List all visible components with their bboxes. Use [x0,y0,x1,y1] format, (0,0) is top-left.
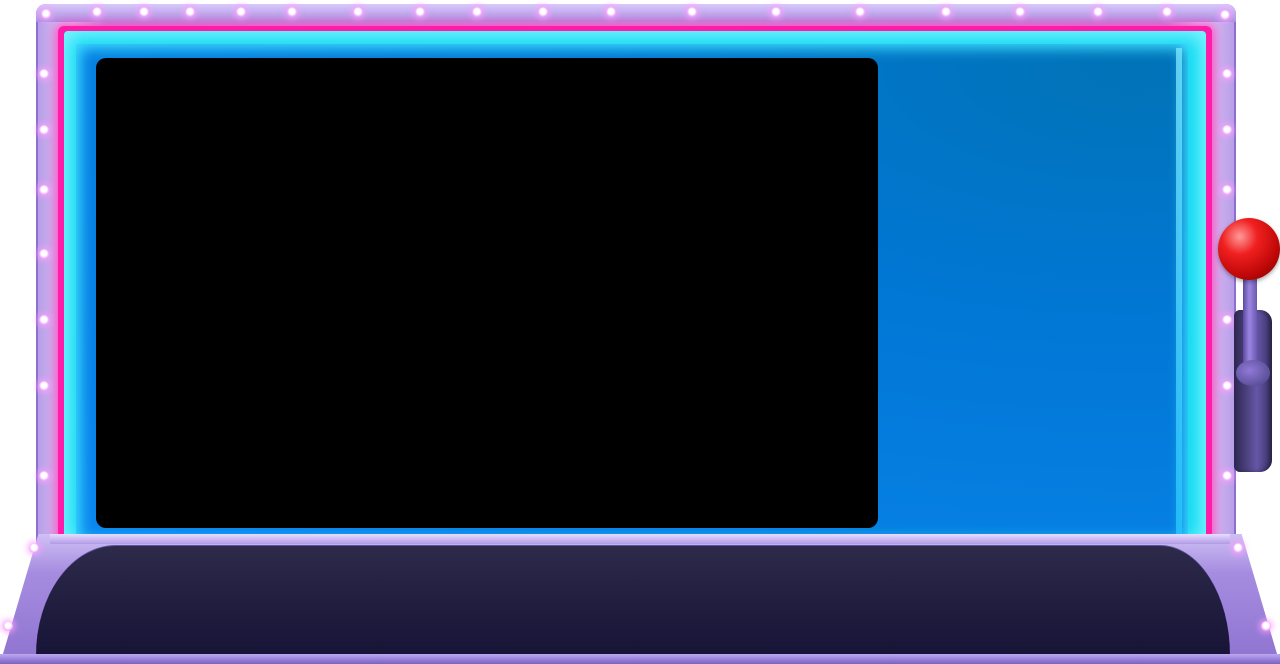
marquee-bulb-icon [353,7,363,17]
marquee-bulb-icon [39,381,49,391]
marquee-bulb-icon [472,7,482,17]
marquee-bulb-icon [1222,381,1232,391]
control-console-panel [36,545,1230,656]
marquee-bulb-icon [1015,7,1025,17]
marquee-bulb-icon [39,185,49,195]
marquee-bulb-icon [687,7,697,17]
marquee-bulb-icon [1222,315,1232,325]
marquee-bulb-icon [415,7,425,17]
marquee-bulb-icon [185,7,195,17]
marquee-bulb-icon [855,7,865,17]
marquee-bulb-icon [39,315,49,325]
marquee-bulb-icon [236,7,246,17]
marquee-bulb-icon [29,543,39,553]
marquee-bulb-icon [771,7,781,17]
marquee-bulb-icon [538,7,548,17]
marquee-bulb-icon [39,69,49,79]
marquee-bulb-icon [1222,185,1232,195]
marquee-bulb-icon [1261,621,1271,631]
slot-machine-stage [0,0,1280,664]
marquee-bulb-icon [139,7,149,17]
marquee-bulb-icon [3,621,13,631]
marquee-bulb-icon [1222,125,1232,135]
marquee-bulb-icon [941,7,951,17]
panel-edge-highlight [1176,48,1182,538]
marquee-bulb-icon [1220,10,1230,20]
marquee-bulb-icon [1222,69,1232,79]
cabinet-top-rail [36,4,1236,22]
console-base [0,654,1280,664]
marquee-bulb-icon [1233,543,1243,553]
marquee-bulb-icon [606,7,616,17]
marquee-bulb-icon [39,125,49,135]
console-rim-top [50,534,1230,544]
lever-knob-icon[interactable] [1218,218,1280,280]
game-screen[interactable] [96,58,878,528]
marquee-bulb-icon [287,7,297,17]
marquee-bulb-icon [92,7,102,17]
marquee-bulb-icon [1093,7,1103,17]
marquee-bulb-icon [1162,7,1172,17]
marquee-bulb-icon [1222,471,1232,481]
marquee-bulb-icon [39,249,49,259]
lever-hub [1236,360,1270,386]
marquee-bulb-icon [41,9,51,19]
marquee-bulb-icon [39,471,49,481]
